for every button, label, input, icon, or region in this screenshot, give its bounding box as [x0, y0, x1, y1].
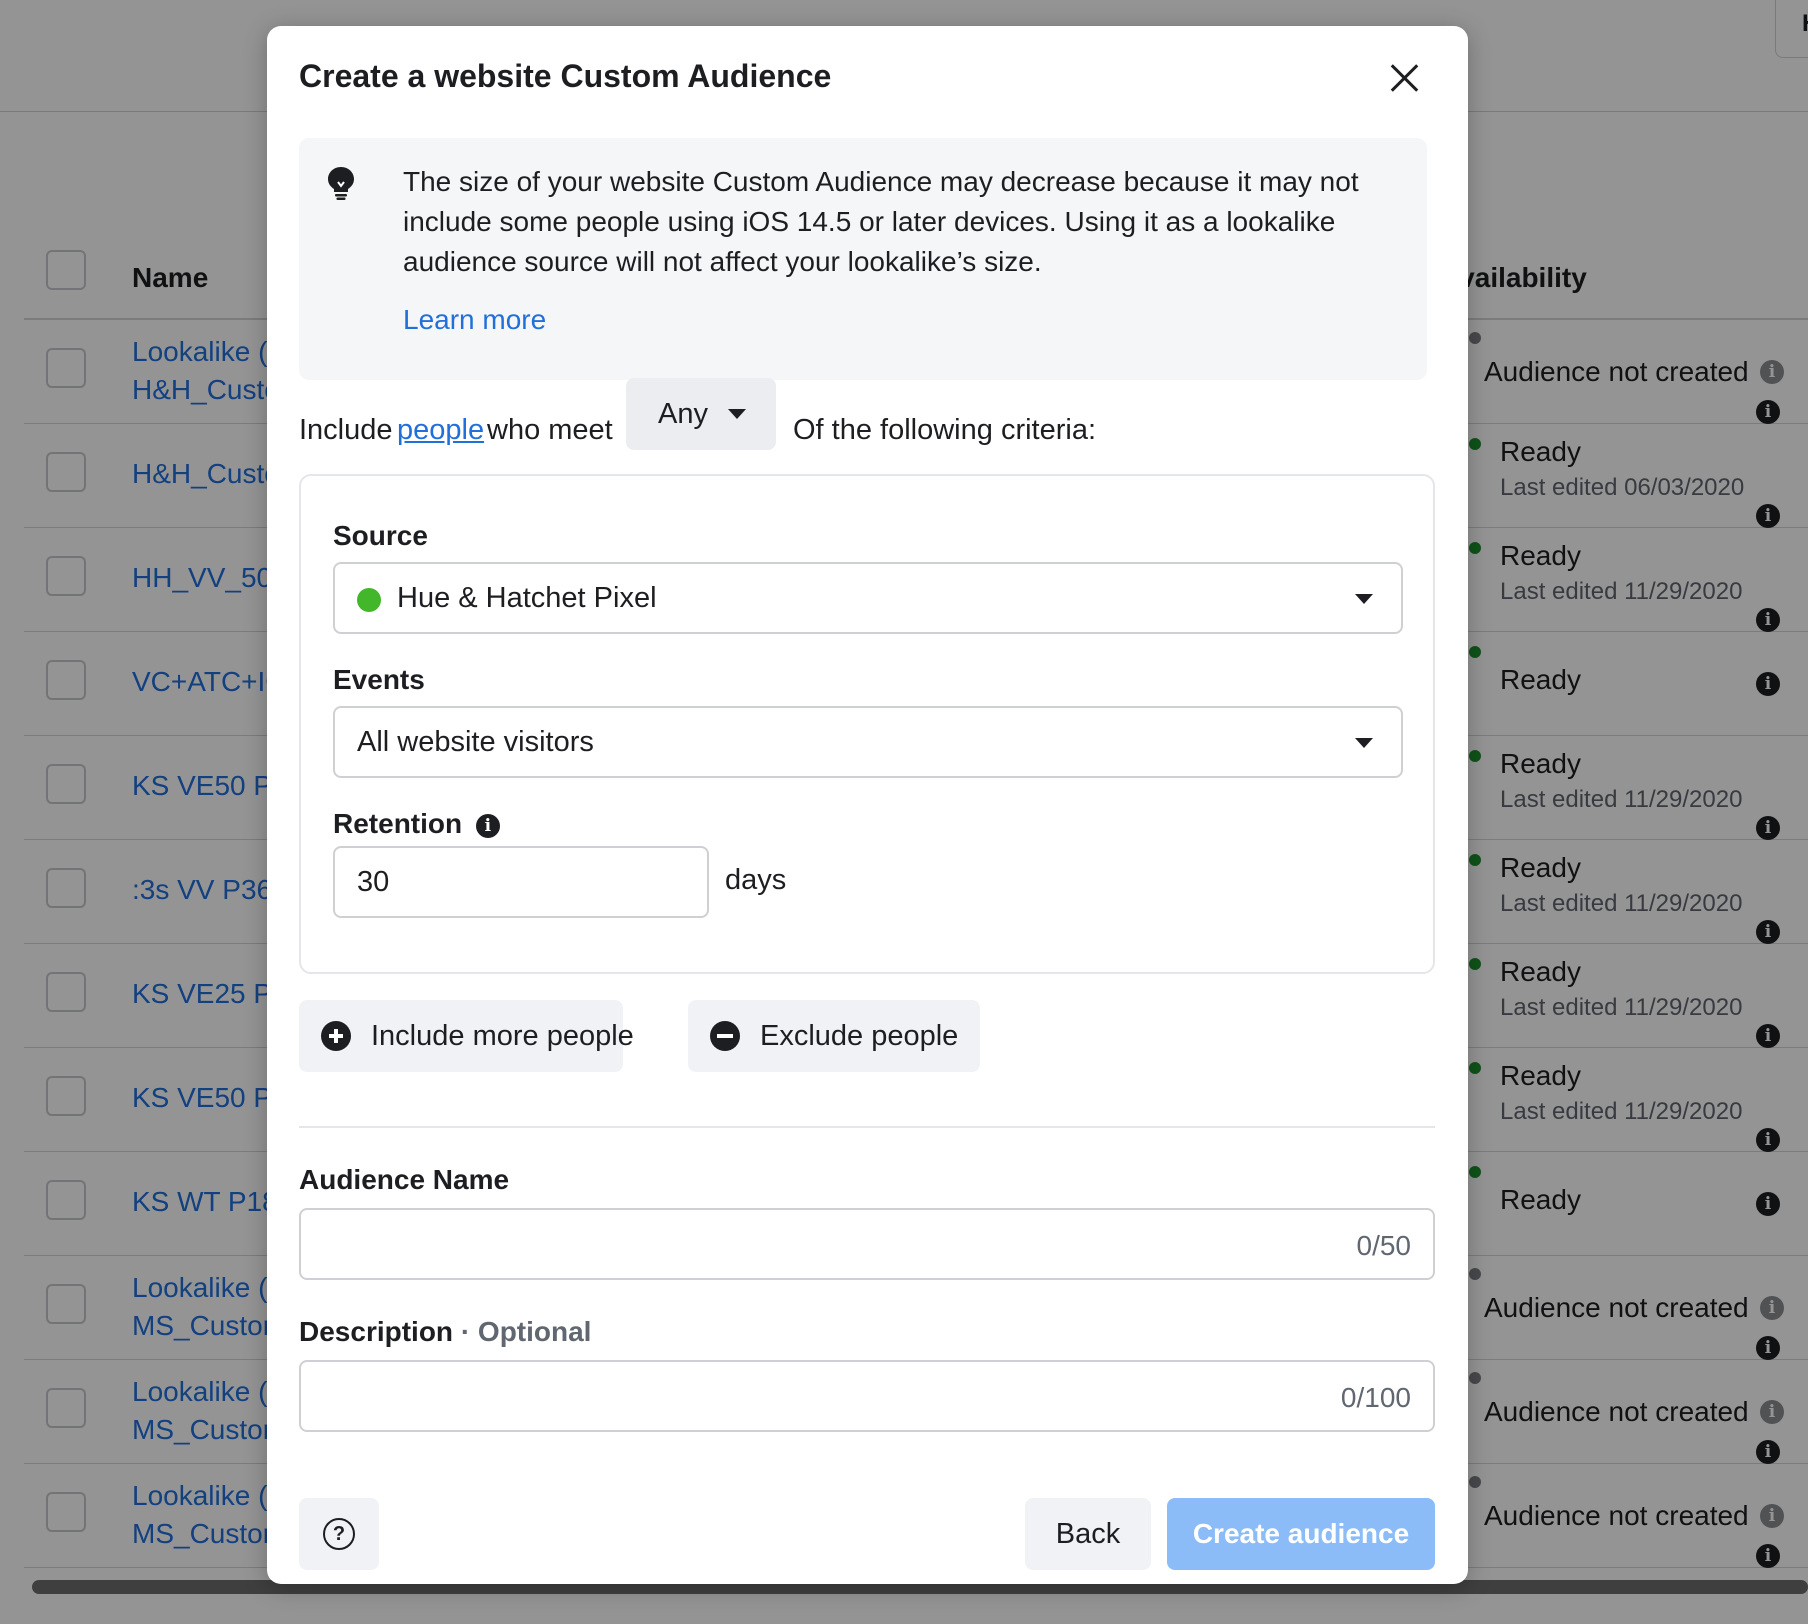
back-button[interactable]: Back	[1025, 1498, 1151, 1570]
match-any-value: Any	[658, 398, 708, 430]
info-icon[interactable]: i	[475, 814, 500, 838]
events-label: Events	[333, 664, 425, 695]
help-button[interactable]: ?	[299, 1498, 379, 1570]
plus-circle-icon	[321, 1021, 351, 1051]
audience-name-label: Audience Name	[299, 1164, 510, 1195]
question-circle-icon: ?	[323, 1518, 355, 1550]
description-input[interactable]: 0/100	[299, 1360, 1435, 1432]
notice-text: The size of your website Custom Audience…	[403, 166, 1359, 277]
chevron-down-icon	[728, 409, 746, 419]
include-prefix: Include	[299, 414, 393, 446]
retention-unit: days	[725, 864, 787, 896]
retention-label: Retention i	[333, 808, 500, 840]
minus-circle-icon	[710, 1021, 740, 1051]
lightbulb-icon	[328, 167, 354, 200]
chevron-down-icon	[1355, 594, 1373, 604]
criteria-suffix: Of the following criteria:	[793, 414, 1097, 446]
events-value: All website visitors	[357, 726, 594, 758]
ios-notice-banner: The size of your website Custom Audience…	[299, 138, 1427, 380]
retention-days-input[interactable]: 30	[333, 846, 709, 918]
audience-name-counter: 0/50	[1356, 1230, 1412, 1261]
include-middle: who meet	[487, 414, 613, 446]
description-label: Description · Optional	[299, 1316, 591, 1348]
people-link[interactable]: people	[397, 394, 484, 466]
description-label-text: Description	[299, 1316, 454, 1347]
create-audience-button[interactable]: Create audience	[1167, 1498, 1435, 1570]
events-dropdown[interactable]: All website visitors	[333, 706, 1403, 778]
source-value: Hue & Hatchet Pixel	[397, 582, 657, 614]
criteria-panel: Source Hue & Hatchet Pixel Events All we…	[299, 474, 1435, 974]
include-more-people-button[interactable]: Include more people	[299, 1000, 634, 1072]
optional-tag: · Optional	[460, 1316, 592, 1347]
learn-more-link[interactable]: Learn more	[403, 304, 546, 336]
close-icon[interactable]	[1383, 56, 1427, 100]
description-counter: 0/100	[1340, 1382, 1411, 1413]
include-more-label: Include more people	[371, 1020, 634, 1052]
audience-name-input[interactable]: 0/50	[299, 1208, 1435, 1280]
pixel-status-dot	[357, 588, 381, 612]
retention-label-text: Retention	[333, 808, 463, 839]
section-divider	[299, 1126, 1435, 1128]
create-custom-audience-dialog: Create a website Custom Audience The siz…	[267, 26, 1468, 1584]
source-label: Source	[333, 520, 428, 551]
source-dropdown[interactable]: Hue & Hatchet Pixel	[333, 562, 1403, 634]
match-any-dropdown[interactable]: Any	[626, 378, 776, 450]
exclude-people-button[interactable]: Exclude people	[688, 1000, 980, 1072]
dialog-title: Create a website Custom Audience	[299, 58, 832, 94]
exclude-label: Exclude people	[760, 1020, 959, 1052]
chevron-down-icon	[1355, 738, 1373, 748]
